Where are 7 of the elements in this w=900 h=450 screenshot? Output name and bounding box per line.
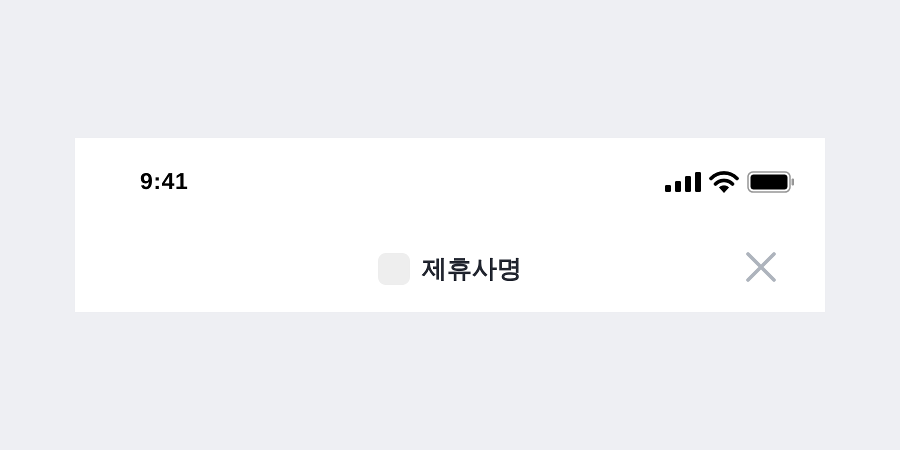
- signal-icon: [665, 172, 701, 192]
- close-button[interactable]: [743, 249, 779, 285]
- header-title: 제휴사명: [422, 252, 522, 285]
- status-time: 9:41: [140, 167, 188, 196]
- battery-icon: [747, 170, 794, 192]
- close-icon: [745, 251, 777, 283]
- wifi-icon: [709, 170, 739, 192]
